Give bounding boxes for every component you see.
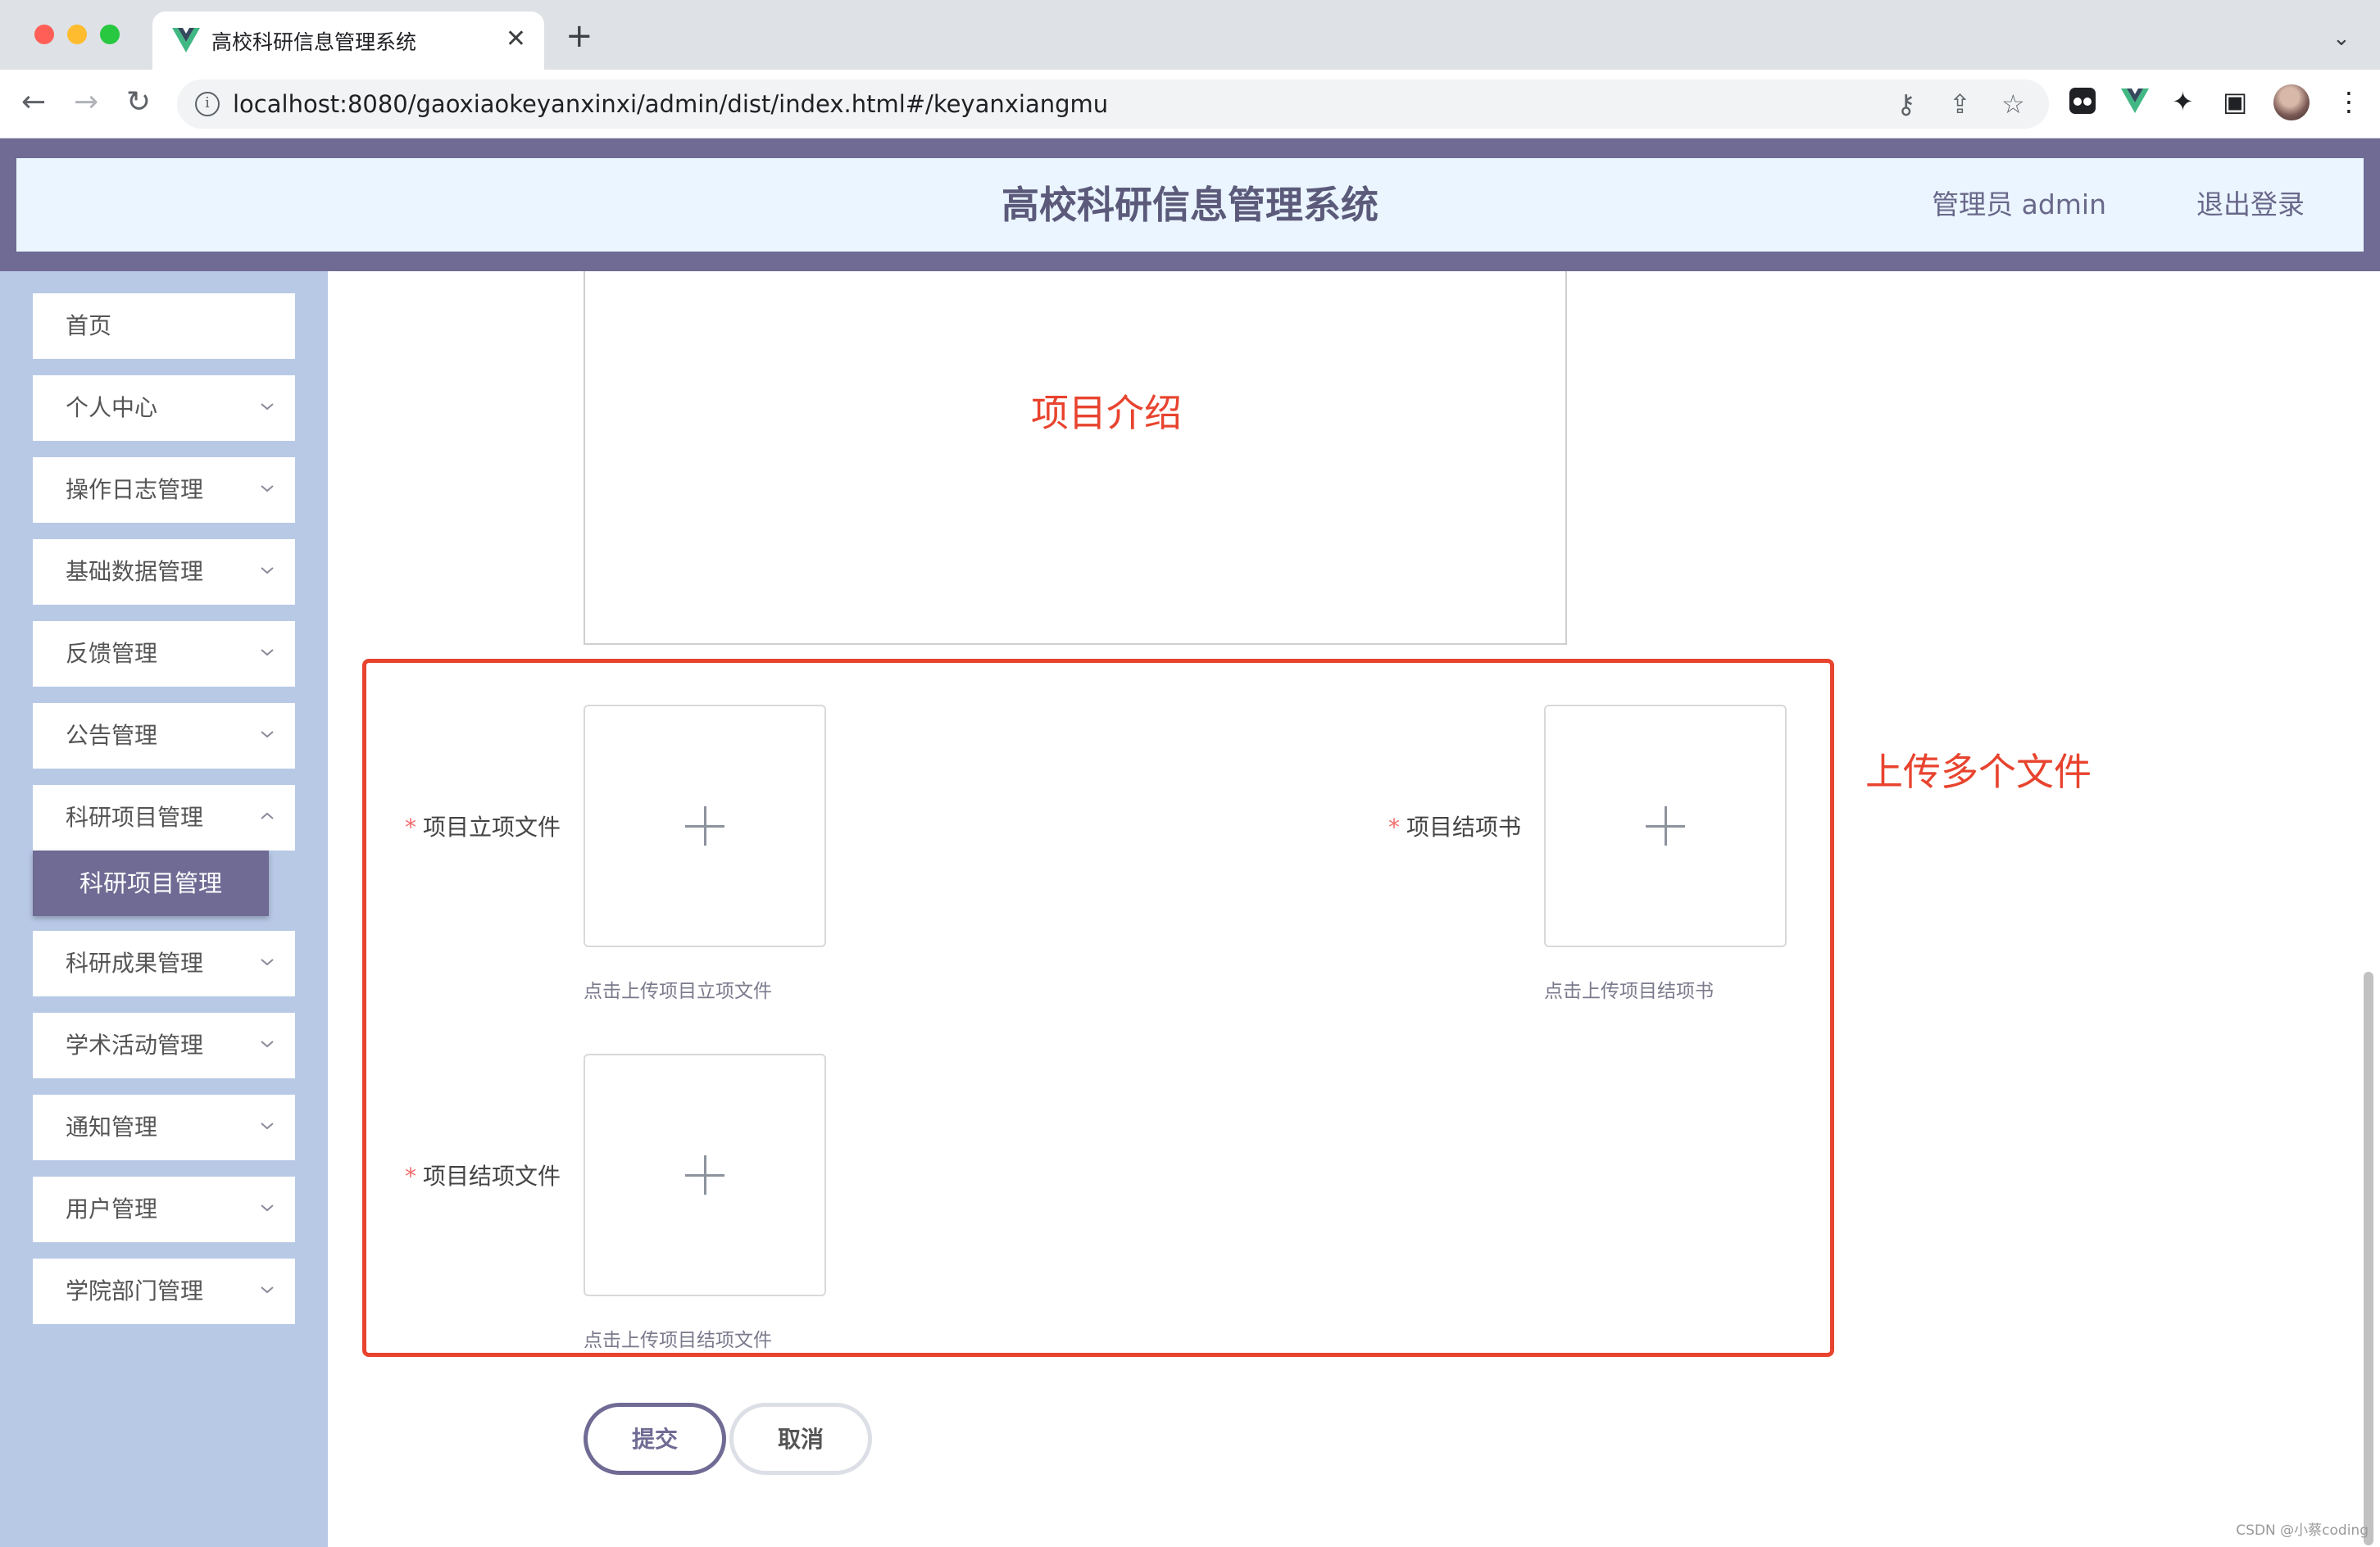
sidebar-item-basic-data[interactable]: 基础数据管理 <box>33 539 295 605</box>
sidebar-item-research-project[interactable]: 科研项目管理 <box>33 785 295 851</box>
sidebar-item-departments[interactable]: 学院部门管理 <box>33 1259 295 1324</box>
sidebar-item-label: 基础数据管理 <box>66 558 204 585</box>
closing-file-tip: 点击上传项目结项文件 <box>584 1330 772 1351</box>
approval-file-label: * 项目立项文件 <box>405 814 561 841</box>
sidebar-item-home[interactable]: 首页 <box>33 293 295 359</box>
required-mark: * <box>405 814 416 841</box>
sidebar-item-research-results[interactable]: 科研成果管理 <box>33 931 295 996</box>
chevron-down-icon <box>261 1286 274 1294</box>
closing-file-upload[interactable] <box>584 1054 826 1296</box>
sidebar-item-users[interactable]: 用户管理 <box>33 1177 295 1242</box>
sidebar-item-label: 首页 <box>66 312 112 339</box>
sidebar-item-operation-log[interactable]: 操作日志管理 <box>33 457 295 523</box>
cancel-button[interactable]: 取消 <box>729 1403 872 1475</box>
close-window-button[interactable] <box>34 25 54 44</box>
page-scrollbar[interactable] <box>2364 972 2373 1545</box>
profile-avatar[interactable] <box>2273 84 2310 120</box>
plus-icon <box>685 1155 724 1195</box>
reload-button[interactable]: ↻ <box>126 86 151 119</box>
sidebar-item-label: 操作日志管理 <box>66 476 204 503</box>
project-intro-editor[interactable] <box>584 271 1567 645</box>
approval-file-tip: 点击上传项目立项文件 <box>584 981 772 1002</box>
conclusion-report-upload[interactable] <box>1544 705 1787 947</box>
vue-devtools-icon[interactable] <box>2121 88 2149 113</box>
extension-app-icon[interactable] <box>2069 87 2096 115</box>
chevron-down-icon <box>261 1041 274 1048</box>
chevron-down-icon <box>261 1204 274 1212</box>
watermark: CSDN @小蔡coding <box>2236 1522 2369 1539</box>
app-header: 高校科研信息管理系统 管理员 admin 退出登录 <box>16 158 2364 252</box>
annotation-upload-multiple: 上传多个文件 <box>1865 750 2092 794</box>
sidebar-item-label: 学术活动管理 <box>66 1032 204 1059</box>
sidebar-item-label: 公告管理 <box>66 722 158 749</box>
required-mark: * <box>405 1163 416 1190</box>
url-text[interactable]: localhost:8080/gaoxiaokeyanxinxi/admin/d… <box>233 90 1108 118</box>
chevron-down-icon <box>261 959 274 966</box>
new-tab-button[interactable]: + <box>565 20 593 52</box>
close-tab-icon[interactable]: ✕ <box>506 23 526 56</box>
sidebar-item-label: 用户管理 <box>66 1195 158 1223</box>
key-icon[interactable]: ⚷ <box>1896 88 1915 120</box>
conclusion-report-tip: 点击上传项目结项书 <box>1544 981 1714 1002</box>
browser-tab[interactable]: 高校科研信息管理系统 ✕ <box>152 11 544 70</box>
sidebar-item-label: 学院部门管理 <box>66 1277 204 1304</box>
forward-button[interactable]: → <box>74 86 98 119</box>
sidebar-subitem-label: 科研项目管理 <box>79 869 222 897</box>
vue-logo-icon <box>172 28 200 52</box>
sidebar-item-label: 个人中心 <box>66 394 158 421</box>
sidebar-item-academic-activity[interactable]: 学术活动管理 <box>33 1013 295 1078</box>
sidebar-item-label: 反馈管理 <box>66 640 158 667</box>
sidebar-item-personal-center[interactable]: 个人中心 <box>33 375 295 441</box>
share-icon[interactable]: ⇪ <box>1949 88 1971 120</box>
sidebar-item-announcement[interactable]: 公告管理 <box>33 703 295 769</box>
sidebar-item-label: 科研成果管理 <box>66 950 204 977</box>
site-info-icon[interactable]: i <box>195 92 220 116</box>
chevron-down-icon <box>261 731 274 738</box>
sidebar-item-label: 通知管理 <box>66 1114 158 1141</box>
plus-icon <box>1646 806 1685 846</box>
logout-button[interactable]: 退出登录 <box>2196 158 2305 252</box>
browser-tab-bar: 高校科研信息管理系统 ✕ + ⌄ <box>0 0 2380 70</box>
plus-icon <box>685 806 724 846</box>
tab-search-icon[interactable]: ⌄ <box>2332 26 2350 51</box>
current-user: 管理员 admin <box>1932 188 2106 220</box>
annotation-project-intro: 项目介绍 <box>1031 391 1182 435</box>
bookmark-star-icon[interactable]: ☆ <box>2001 88 2025 120</box>
conclusion-report-label: * 项目结项书 <box>1388 814 1522 841</box>
chevron-down-icon <box>261 567 274 574</box>
chevron-down-icon <box>261 403 274 411</box>
chevron-down-icon <box>261 649 274 656</box>
sidebar-item-notice[interactable]: 通知管理 <box>33 1095 295 1160</box>
sidebar-subitem-research-project[interactable]: 科研项目管理 <box>33 851 269 916</box>
submit-button[interactable]: 提交 <box>584 1403 726 1475</box>
sidebar-item-label: 科研项目管理 <box>66 804 204 831</box>
tab-title: 高校科研信息管理系统 <box>211 30 417 54</box>
sidebar: 首页 个人中心 操作日志管理 基础数据管理 反馈管理 公告管理 科研项目管理 科… <box>0 271 328 1547</box>
required-mark: * <box>1388 814 1400 841</box>
minimize-window-button[interactable] <box>67 25 87 44</box>
sidebar-item-feedback[interactable]: 反馈管理 <box>33 621 295 687</box>
closing-file-label: * 项目结项文件 <box>405 1163 561 1190</box>
extensions-puzzle-icon[interactable]: ✦ <box>2172 85 2194 118</box>
back-button[interactable]: ← <box>21 86 46 119</box>
chevron-down-icon <box>261 1123 274 1130</box>
browser-menu-icon[interactable]: ⋮ <box>2336 85 2362 118</box>
chevron-down-icon <box>261 485 274 492</box>
browser-toolbar: ← → ↻ i localhost:8080/gaoxiaokeyanxinxi… <box>0 70 2380 138</box>
maximize-window-button[interactable] <box>100 25 120 44</box>
chevron-up-icon <box>261 812 274 819</box>
approval-file-upload[interactable] <box>584 705 826 947</box>
side-panel-icon[interactable]: ▣ <box>2223 85 2247 118</box>
address-bar[interactable]: i localhost:8080/gaoxiaokeyanxinxi/admin… <box>177 79 2049 129</box>
